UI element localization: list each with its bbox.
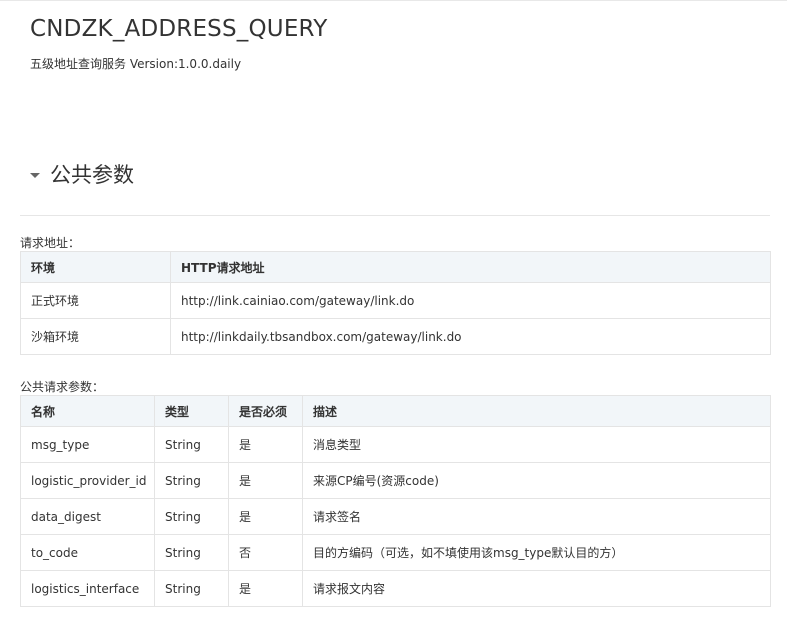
env-cell: 沙箱环境 xyxy=(20,318,171,355)
table-row: 沙箱环境 http://linkdaily.tbsandbox.com/gate… xyxy=(20,318,771,355)
url-cell: http://link.cainiao.com/gateway/link.do xyxy=(170,282,771,319)
param-description-cell: 目的方编码（可选，如不填使用该msg_type默认目的方） xyxy=(302,534,771,571)
table-header-row: 名称 类型 是否必须 描述 xyxy=(20,395,771,427)
address-table-caption: 请求地址： xyxy=(20,236,81,250)
param-required-cell: 是 xyxy=(228,570,303,607)
params-table-caption: 公共请求参数： xyxy=(20,380,105,394)
table-row: data_digest String 是 请求签名 xyxy=(20,498,771,535)
table-header-row: 环境 HTTP请求地址 xyxy=(20,251,771,283)
param-description-cell: 请求签名 xyxy=(302,498,771,535)
param-required-cell: 是 xyxy=(228,426,303,463)
column-header-description: 描述 xyxy=(302,395,771,427)
param-type-cell: String xyxy=(154,462,229,499)
table-row: logistic_provider_id String 是 来源CP编号(资源c… xyxy=(20,462,771,499)
page-title: CNDZK_ADDRESS_QUERY xyxy=(30,16,328,42)
param-type-cell: String xyxy=(154,534,229,571)
params-table: 名称 类型 是否必须 描述 msg_type String 是 消息类型 log… xyxy=(20,395,771,607)
column-header-name: 名称 xyxy=(20,395,155,427)
page-subtitle: 五级地址查询服务 Version:1.0.0.daily xyxy=(30,57,242,71)
param-type-cell: String xyxy=(154,570,229,607)
table-row: to_code String 否 目的方编码（可选，如不填使用该msg_type… xyxy=(20,534,771,571)
table-row: msg_type String 是 消息类型 xyxy=(20,426,771,463)
param-name-cell: data_digest xyxy=(20,498,155,535)
column-header-required: 是否必须 xyxy=(228,395,303,427)
section-toggle[interactable]: 公共参数 xyxy=(30,159,134,189)
section-title: 公共参数 xyxy=(50,163,134,187)
param-type-cell: String xyxy=(154,498,229,535)
column-header-type: 类型 xyxy=(154,395,229,427)
param-name-cell: to_code xyxy=(20,534,155,571)
table-row: 正式环境 http://link.cainiao.com/gateway/lin… xyxy=(20,282,771,319)
caret-down-icon xyxy=(30,172,40,178)
table-row: logistics_interface String 是 请求报文内容 xyxy=(20,570,771,607)
top-border xyxy=(0,0,787,1)
param-required-cell: 否 xyxy=(228,534,303,571)
column-header-env: 环境 xyxy=(20,251,171,283)
address-table: 环境 HTTP请求地址 正式环境 http://link.cainiao.com… xyxy=(20,251,771,355)
param-type-cell: String xyxy=(154,426,229,463)
column-header-url: HTTP请求地址 xyxy=(170,251,771,283)
param-name-cell: msg_type xyxy=(20,426,155,463)
param-name-cell: logistics_interface xyxy=(20,570,155,607)
param-required-cell: 是 xyxy=(228,498,303,535)
env-cell: 正式环境 xyxy=(20,282,171,319)
url-cell: http://linkdaily.tbsandbox.com/gateway/l… xyxy=(170,318,771,355)
param-description-cell: 消息类型 xyxy=(302,426,771,463)
param-description-cell: 请求报文内容 xyxy=(302,570,771,607)
param-name-cell: logistic_provider_id xyxy=(20,462,155,499)
param-description-cell: 来源CP编号(资源code) xyxy=(302,462,771,499)
section-divider xyxy=(20,215,770,216)
param-required-cell: 是 xyxy=(228,462,303,499)
